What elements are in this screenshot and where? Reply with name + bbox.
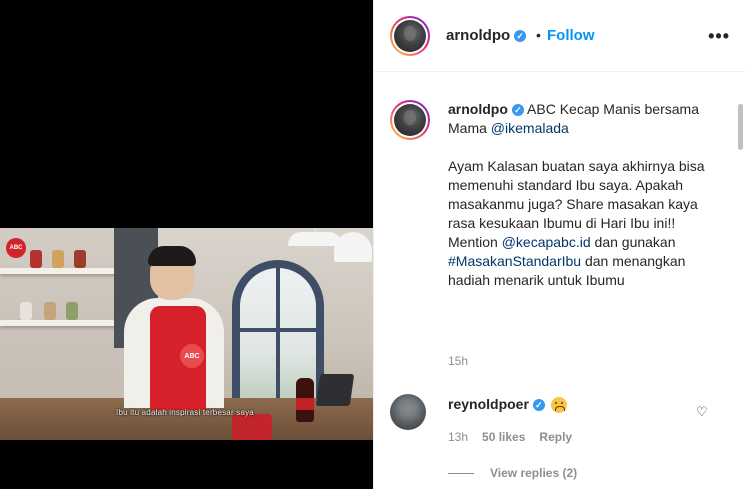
verified-badge-icon: ✓	[532, 399, 545, 412]
video-shelf	[0, 320, 128, 326]
comment-avatar[interactable]	[390, 394, 426, 430]
caption-username[interactable]: arnoldpo	[448, 101, 508, 117]
header-separator: •	[536, 27, 541, 43]
comments-scrollbar[interactable]	[738, 104, 743, 150]
video-jar	[20, 302, 32, 320]
video-jar	[52, 250, 64, 268]
video-person-hair	[148, 246, 196, 266]
comment-username[interactable]: reynoldpoer	[448, 396, 529, 412]
post-video[interactable]: ABC ABC Ibu itu adalah inspirasi terbesa…	[0, 228, 373, 440]
video-brand-logo: ABC	[6, 238, 26, 258]
video-subtitle: Ibu itu adalah inspirasi terbesar saya	[116, 408, 254, 417]
header-avatar[interactable]	[390, 16, 430, 56]
post-side-panel: arnoldpo ✓ • Follow ••• arnoldpo ✓ ABC Kec…	[373, 0, 745, 489]
avatar-image	[394, 20, 426, 52]
caption-hashtag-link[interactable]: #MasakanStandarIbu	[448, 253, 581, 269]
comment-reply-button[interactable]: Reply	[539, 430, 572, 444]
comments-area: arnoldpo ✓ ABC Kecap Manis bersama Mama @…	[374, 72, 745, 489]
header-username-text[interactable]: arnoldpo	[446, 27, 510, 44]
caption-timestamp[interactable]: 15h	[448, 354, 468, 368]
caption-mention-link[interactable]: @kecapabc.id	[502, 234, 591, 250]
video-jar	[66, 302, 78, 320]
caption-avatar[interactable]	[390, 100, 430, 140]
video-shelf	[0, 268, 128, 274]
video-pot	[232, 414, 272, 440]
avatar-image	[390, 394, 426, 430]
caption-mention-link[interactable]: @ikemalada	[491, 120, 569, 136]
view-replies-line	[448, 473, 474, 475]
heart-icon[interactable]: ♡	[696, 404, 708, 420]
verified-badge-icon: ✓	[511, 104, 524, 117]
video-jar	[44, 302, 56, 320]
post-caption: arnoldpo ✓ ABC Kecap Manis bersama Mama @…	[448, 100, 718, 290]
view-replies-button[interactable]: View replies (2)	[448, 466, 577, 480]
caption-body-text: dan gunakan	[594, 234, 676, 250]
post-header: arnoldpo ✓ • Follow •••	[374, 0, 745, 72]
tired-face-emoji-icon	[550, 397, 567, 414]
video-laptop	[315, 374, 355, 406]
comment: reynoldpoer ✓	[448, 396, 567, 414]
video-lampshade	[334, 232, 372, 262]
comment-likes[interactable]: 50 likes	[482, 430, 525, 444]
header-username[interactable]: arnoldpo ✓	[446, 27, 527, 44]
caption-body: Ayam Kalasan buatan saya akhirnya bisa m…	[448, 157, 718, 290]
post-media[interactable]: ABC ABC Ibu itu adalah inspirasi terbesa…	[0, 0, 373, 489]
video-window-bar	[276, 268, 280, 410]
video-jar	[74, 250, 86, 268]
verified-badge-icon: ✓	[514, 30, 527, 43]
comment-timestamp[interactable]: 13h	[448, 430, 468, 444]
follow-button[interactable]: Follow	[547, 27, 595, 44]
video-jar	[30, 250, 42, 268]
view-replies-label[interactable]: View replies (2)	[490, 466, 577, 480]
avatar-image	[394, 104, 426, 136]
more-options-icon[interactable]: •••	[708, 26, 730, 47]
video-window-bar	[240, 328, 316, 332]
video-apron-logo: ABC	[180, 344, 204, 368]
video-lampshade	[288, 232, 342, 246]
comment-meta: 13h 50 likes Reply	[448, 430, 586, 444]
video-bottle-label	[296, 398, 314, 410]
